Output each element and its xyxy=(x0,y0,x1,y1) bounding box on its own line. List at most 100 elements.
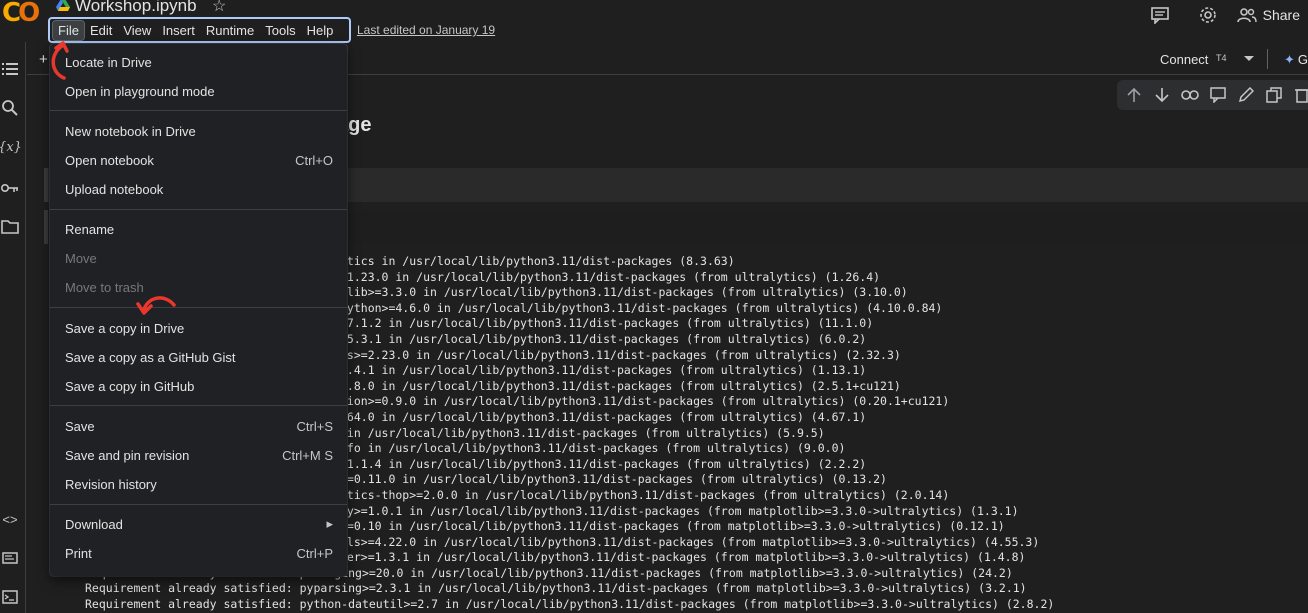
menu-divider xyxy=(50,504,347,505)
output-line: sion>=0.9.0 in /usr/local/lib/python3.11… xyxy=(340,394,950,409)
menu-divider xyxy=(50,110,347,111)
output-line: 1.4.1 in /usr/local/lib/python3.11/dist-… xyxy=(340,363,867,378)
output-line: =1.1.4 in /usr/local/lib/python3.11/dist… xyxy=(340,456,867,471)
chevron-down-icon[interactable] xyxy=(1244,56,1254,61)
menu-divider xyxy=(50,405,347,406)
menu-item-save-pin-revision[interactable]: Save and pin revision Ctrl+M S xyxy=(50,442,347,468)
menu-item-move-to-trash: Move to trash xyxy=(50,274,347,300)
colab-logo[interactable]: CO xyxy=(2,0,40,28)
variables-icon[interactable]: {x} xyxy=(0,138,22,156)
menu-item-label: Rename xyxy=(65,221,115,237)
annotation-arrow-icon xyxy=(136,296,176,315)
share-label: Share xyxy=(1262,7,1300,23)
gemini-button[interactable]: ✦Gemin xyxy=(1284,52,1308,68)
output-line: =7.1.2 in /usr/local/lib/python3.11/dist… xyxy=(340,316,874,331)
sparkle-icon: ✦ xyxy=(1284,52,1295,67)
search-icon[interactable] xyxy=(0,99,20,117)
output-line: =1.23.0 in /usr/local/lib/python3.11/dis… xyxy=(340,269,881,284)
output-line: nfo in /usr/local/lib/python3.11/dist-pa… xyxy=(340,441,846,456)
drive-icon xyxy=(56,0,70,11)
menu-item-save-copy-gist[interactable]: Save a copy as a GitHub Gist xyxy=(50,344,347,370)
output-line: >=0.11.0 in /usr/local/lib/python3.11/di… xyxy=(340,472,887,487)
menu-item-print[interactable]: Print Ctrl+P xyxy=(50,540,347,566)
menu-item-new-notebook[interactable]: New notebook in Drive xyxy=(50,118,347,144)
menu-divider xyxy=(50,209,347,210)
menu-item-upload-notebook[interactable]: Upload notebook xyxy=(50,176,347,202)
top-bar: CO Workshop.ipynb ☆ File Edit View Inser… xyxy=(0,0,1308,43)
menu-item-locate-in-drive[interactable]: Locate in Drive xyxy=(50,49,347,75)
menu-item-label: Open in playground mode xyxy=(65,83,215,99)
menu-item-label: Save a copy in GitHub xyxy=(65,378,195,394)
output-line: ytics-thop>=2.0.0 in /usr/local/lib/pyth… xyxy=(340,487,950,502)
output-line: python>=4.6.0 in /usr/local/lib/python3.… xyxy=(340,300,943,315)
output-line: ver>=1.3.1 in /usr/local/lib/python3.11/… xyxy=(340,550,1026,565)
menu-item-save-copy-github[interactable]: Save a copy in GitHub xyxy=(50,373,347,399)
move-cell-up-icon[interactable] xyxy=(1123,84,1144,106)
secrets-key-icon[interactable] xyxy=(0,179,20,197)
menu-item-save-copy-drive[interactable]: Save a copy in Drive xyxy=(50,315,347,341)
menu-item-label: Save and pin revision xyxy=(65,447,190,463)
move-cell-down-icon[interactable] xyxy=(1151,84,1172,106)
edit-pencil-icon[interactable] xyxy=(1235,84,1256,106)
file-menu: Locate in Drive Open in playground mode … xyxy=(50,44,347,576)
share-people-icon xyxy=(1236,8,1257,23)
star-icon[interactable]: ☆ xyxy=(212,0,226,16)
menu-item-label: Print xyxy=(65,545,92,561)
code-snippets-icon[interactable]: <> xyxy=(0,510,20,528)
menu-divider xyxy=(50,307,347,308)
menu-item-download[interactable]: Download ▸ xyxy=(50,511,347,537)
shortcut-label: Ctrl+S xyxy=(296,418,333,434)
connect-button[interactable]: Connect xyxy=(1160,52,1208,67)
menu-runtime[interactable]: Runtime xyxy=(201,21,259,40)
menu-item-revision-history[interactable]: Revision history xyxy=(50,471,347,497)
notebook-title[interactable]: Workshop.ipynb xyxy=(75,0,197,16)
share-button[interactable]: Share xyxy=(1236,7,1300,23)
output-line: in /usr/local/lib/python3.11/dist-packag… xyxy=(340,425,825,440)
delete-icon[interactable] xyxy=(1291,84,1308,106)
menu-item-label: Save xyxy=(65,418,95,434)
output-line: Requirement already satisfied: python-da… xyxy=(85,597,1055,612)
menu-insert[interactable]: Insert xyxy=(157,21,200,40)
output-line: .64.0 in /usr/local/lib/python3.11/dist-… xyxy=(340,409,867,424)
output-line: Requirement already satisfied: pyparsing… xyxy=(85,581,1027,596)
mirror-cell-icon[interactable] xyxy=(1263,84,1284,106)
terminal-icon[interactable] xyxy=(0,588,20,606)
output-line: ts>=2.23.0 in /usr/local/lib/python3.11/… xyxy=(340,347,901,362)
files-folder-icon[interactable] xyxy=(0,218,20,236)
menu-file[interactable]: File xyxy=(52,19,85,41)
cell-toolbar xyxy=(1117,80,1308,110)
menu-item-save[interactable]: Save Ctrl+S xyxy=(50,413,347,439)
shortcut-label: Ctrl+P xyxy=(296,545,333,561)
output-line: tlib>=3.3.0 in /usr/local/lib/python3.11… xyxy=(340,285,908,300)
menu-tools[interactable]: Tools xyxy=(260,21,300,40)
link-icon[interactable] xyxy=(1179,84,1200,106)
output-line: >=0.10 in /usr/local/lib/python3.11/dist… xyxy=(340,519,1005,534)
shortcut-label: Ctrl+O xyxy=(295,152,333,168)
command-palette-icon[interactable] xyxy=(0,549,20,567)
menu-item-rename[interactable]: Rename xyxy=(50,216,347,242)
output-line: py>=1.0.1 in /usr/local/lib/python3.11/d… xyxy=(340,503,1019,518)
output-line: =5.3.1 in /usr/local/lib/python3.11/dist… xyxy=(340,331,867,346)
runtime-type-label: T4 xyxy=(1216,53,1227,63)
menu-item-open-playground[interactable]: Open in playground mode xyxy=(50,78,347,104)
menu-item-label: Revision history xyxy=(65,476,157,492)
output-line: 1.8.0 in /usr/local/lib/python3.11/dist-… xyxy=(340,378,901,393)
settings-icon[interactable] xyxy=(1197,4,1219,26)
menu-item-label: Move xyxy=(65,250,97,266)
comments-icon[interactable] xyxy=(1149,4,1171,26)
menu-item-label: Save a copy as a GitHub Gist xyxy=(65,349,236,365)
header-actions: Share xyxy=(1149,0,1308,30)
submenu-arrow-icon: ▸ xyxy=(326,516,333,531)
menu-edit[interactable]: Edit xyxy=(85,21,117,40)
menu-help[interactable]: Help xyxy=(302,21,339,40)
menu-item-open-notebook[interactable]: Open notebook Ctrl+O xyxy=(50,147,347,173)
table-of-contents-icon[interactable] xyxy=(0,60,20,78)
menu-item-label: Move to trash xyxy=(65,279,144,295)
menu-bar: File Edit View Insert Runtime Tools Help xyxy=(48,17,351,43)
menu-item-move: Move xyxy=(50,245,347,271)
menu-view[interactable]: View xyxy=(118,21,156,40)
last-edited-link[interactable]: Last edited on January 19 xyxy=(357,23,495,37)
gemini-label: Gemin xyxy=(1297,52,1308,67)
comment-icon[interactable] xyxy=(1207,84,1228,106)
menu-item-label: Upload notebook xyxy=(65,181,164,197)
